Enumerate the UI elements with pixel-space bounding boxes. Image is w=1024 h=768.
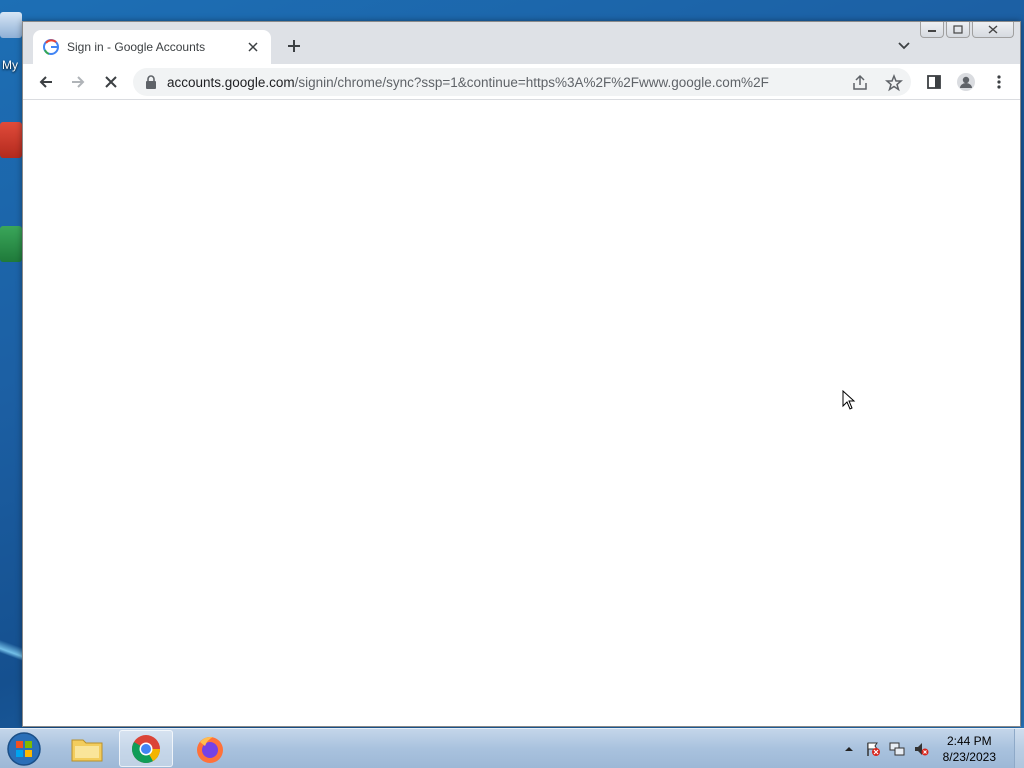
- side-panel-icon: [927, 75, 941, 89]
- taskbar-file-explorer[interactable]: [60, 730, 114, 767]
- clock-time: 2:44 PM: [946, 734, 992, 748]
- folder-icon: [71, 739, 103, 761]
- browser-window: Sign in - Google Accounts accounts.googl…: [22, 21, 1021, 727]
- address-bar[interactable]: accounts.google.com/signin/chrome/sync?s…: [133, 68, 911, 96]
- tab-search-button[interactable]: [896, 38, 912, 54]
- taskbar: 2:44 PM 8/23/2023: [0, 728, 1024, 768]
- chevron-down-icon: [898, 42, 910, 50]
- desktop-icon-computer[interactable]: [0, 12, 22, 38]
- wallpaper-swoosh: [0, 608, 22, 688]
- volume-muted-icon[interactable]: [913, 741, 929, 757]
- stop-loading-button[interactable]: [99, 70, 123, 94]
- google-g-icon: [43, 39, 59, 55]
- arrow-left-icon: [39, 76, 52, 88]
- close-icon[interactable]: [245, 39, 261, 55]
- share-icon[interactable]: [851, 74, 869, 92]
- clock-date: 8/23/2023: [942, 750, 996, 764]
- url-text: accounts.google.com/signin/chrome/sync?s…: [167, 75, 911, 90]
- mouse-cursor-icon: [842, 390, 856, 410]
- app-icon: [0, 226, 22, 262]
- profile-icon: [957, 73, 975, 91]
- show-desktop-button[interactable]: [1014, 729, 1024, 768]
- tab-sign-in[interactable]: Sign in - Google Accounts: [33, 30, 271, 64]
- lock-icon: [146, 75, 156, 89]
- forward-button[interactable]: [66, 70, 90, 94]
- back-button[interactable]: [34, 70, 58, 94]
- restore-button[interactable]: [946, 22, 970, 38]
- taskbar-clock[interactable]: 2:44 PM 8/23/2023: [943, 733, 996, 765]
- profile-button[interactable]: [954, 70, 978, 94]
- tab-strip: Sign in - Google Accounts: [23, 22, 1020, 64]
- url-path: /signin/chrome/sync?ssp=1&continue=https…: [294, 74, 769, 90]
- taskbar-chrome[interactable]: [119, 730, 173, 767]
- page-content: [23, 101, 1020, 726]
- restore-icon: [953, 25, 963, 34]
- system-tray: 2:44 PM 8/23/2023: [837, 729, 1024, 768]
- browser-toolbar: accounts.google.com/signin/chrome/sync?s…: [23, 64, 1020, 100]
- new-tab-button[interactable]: [284, 36, 304, 56]
- show-hidden-icons[interactable]: [841, 741, 857, 757]
- stop-loading-icon: [105, 76, 117, 88]
- window-controls: [920, 22, 1014, 38]
- plus-icon: [288, 40, 300, 52]
- desktop-icon-app-2[interactable]: [0, 226, 22, 262]
- menu-icon: [997, 75, 1001, 89]
- tab-title: Sign in - Google Accounts: [67, 40, 206, 54]
- minimize-button[interactable]: [920, 22, 944, 38]
- menu-button[interactable]: [987, 70, 1011, 94]
- close-icon: [988, 25, 998, 34]
- window-close-button[interactable]: [972, 22, 1014, 38]
- firefox-icon: [197, 736, 223, 763]
- taskbar-firefox[interactable]: [183, 730, 237, 767]
- start-button[interactable]: [6, 731, 44, 767]
- chrome-icon: [132, 734, 160, 763]
- desktop-icon-label: My: [2, 58, 18, 72]
- bookmark-star-icon[interactable]: [885, 74, 903, 92]
- url-host: accounts.google.com: [167, 74, 295, 90]
- arrow-right-icon: [72, 76, 85, 88]
- minimize-icon: [928, 29, 936, 32]
- app-icon: [0, 122, 22, 158]
- windows-start-orb-icon: [7, 732, 41, 766]
- computer-icon: [0, 12, 22, 38]
- network-icon[interactable]: [889, 741, 905, 757]
- desktop-icon-app[interactable]: [0, 122, 22, 158]
- action-center-flag-icon[interactable]: [865, 741, 881, 757]
- side-panel-button[interactable]: [922, 70, 946, 94]
